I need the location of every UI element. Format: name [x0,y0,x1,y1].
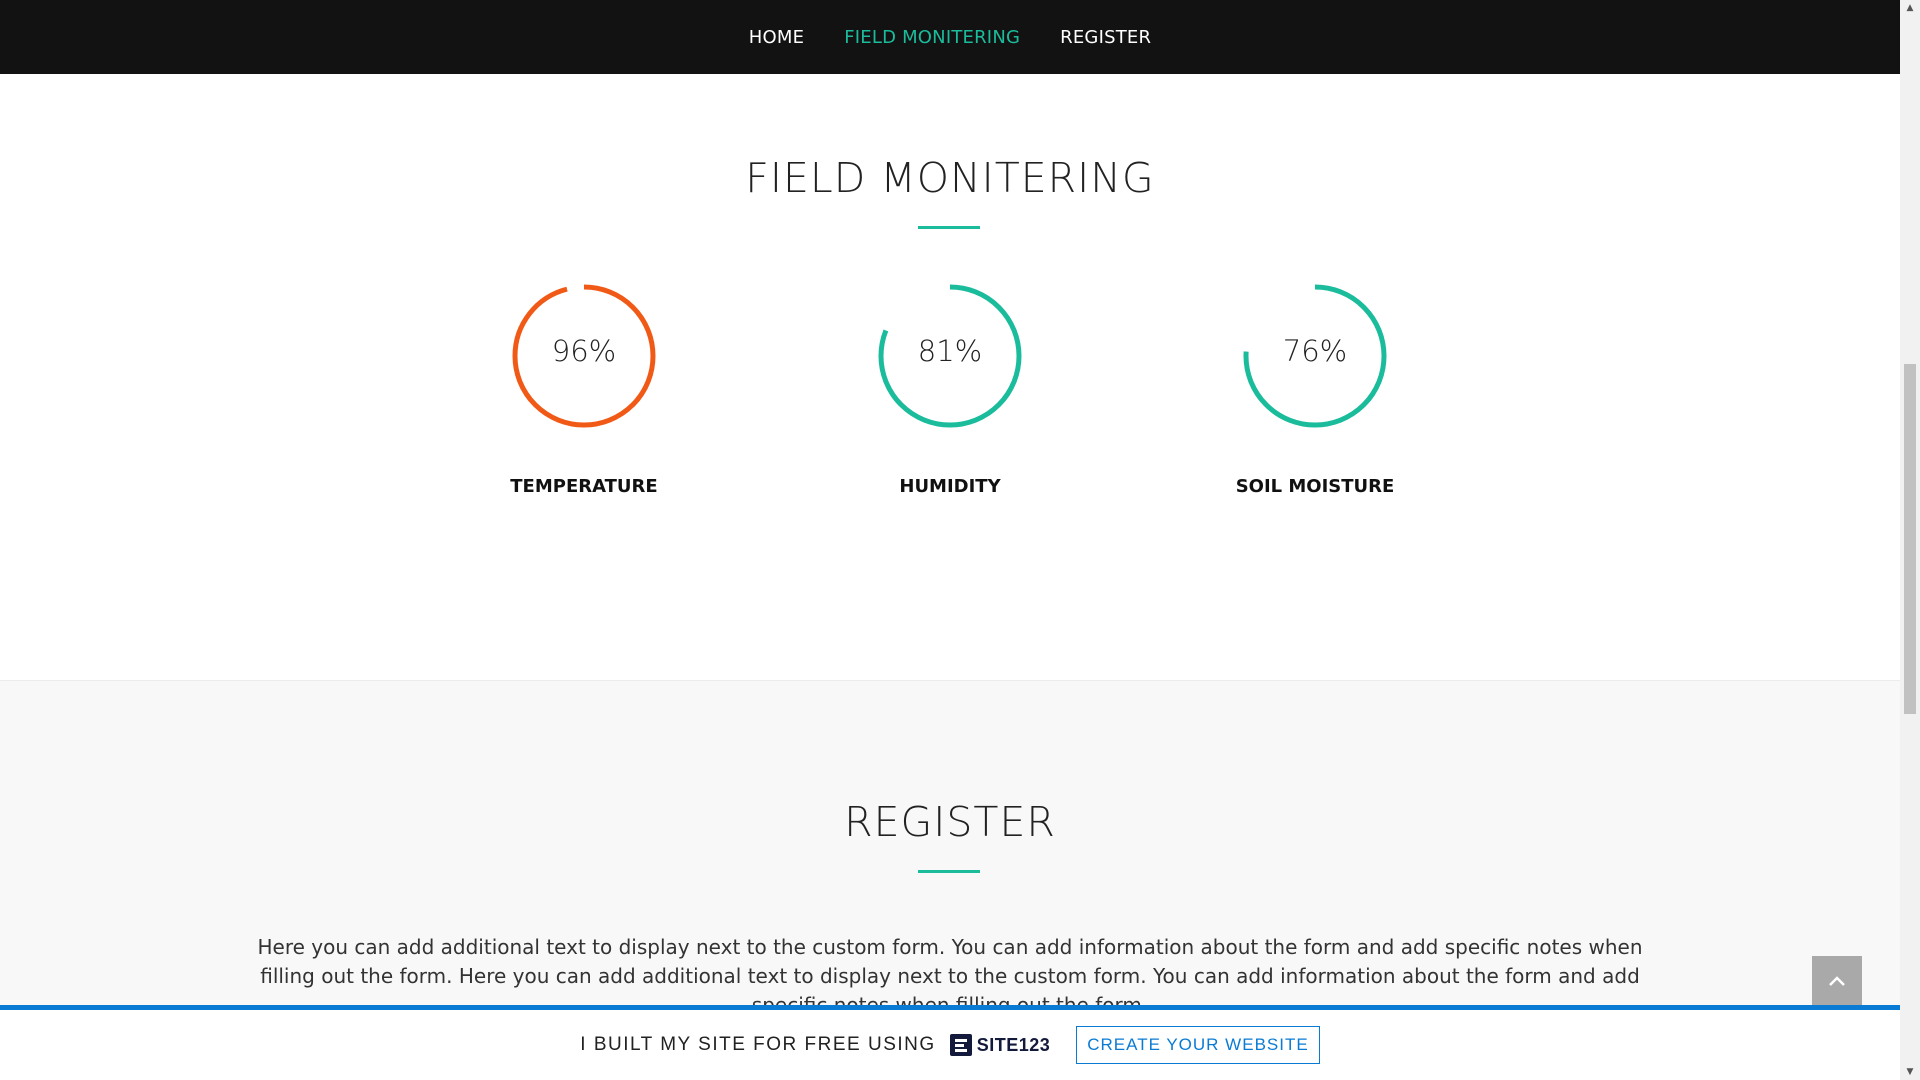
humidity-value: 81% [917,334,983,368]
temperature-gauge: 96% TEMPERATURE [484,284,684,514]
built-with-text: I BUILT MY SITE FOR FREE USING [580,1034,936,1055]
page-scrollbar[interactable]: ▲ ▼ [1900,0,1920,1080]
site123-logo[interactable]: SITE123 [949,1034,1051,1056]
page-content: FIELD MONITERING 96% TEMPERATURE 81% HUM… [0,74,1900,1080]
field-monitoring-section: FIELD MONITERING 96% TEMPERATURE 81% HUM… [0,74,1900,681]
scroll-to-top-button[interactable] [1812,956,1862,1006]
soil-moisture-value: 76% [1282,334,1348,368]
nav-home-link[interactable]: HOME [749,27,804,48]
register-title-underline [918,870,980,873]
field-monitoring-title: FIELD MONITERING [745,154,1155,202]
site123-logo-icon [949,1034,972,1056]
scrollbar-thumb[interactable] [1904,364,1916,714]
create-your-website-button[interactable]: CREATE YOUR WEBSITE [1076,1026,1320,1064]
top-navigation: HOME FIELD MONITERING REGISTER [0,0,1900,74]
humidity-label: HUMIDITY [899,476,1001,497]
soil-moisture-label: SOIL MOISTURE [1235,476,1395,497]
humidity-gauge: 81% HUMIDITY [850,284,1050,514]
site123-banner: I BUILT MY SITE FOR FREE USING SITE123 C… [0,1005,1900,1080]
gauge-row: 96% TEMPERATURE 81% HUMIDITY 76% SOIL MO… [0,284,1900,514]
title-underline [918,226,980,229]
nav-register-link[interactable]: REGISTER [1060,27,1151,48]
soil-moisture-gauge: 76% SOIL MOISTURE [1215,284,1415,514]
scroll-up-arrow-icon[interactable]: ▲ [1900,0,1920,16]
chevron-up-icon [1829,976,1845,986]
nav-field-monitering-link[interactable]: FIELD MONITERING [844,27,1020,48]
register-title: REGISTER [844,798,1056,846]
scroll-down-arrow-icon[interactable]: ▼ [1900,1064,1920,1080]
site123-logo-text: SITE123 [976,1034,1051,1055]
temperature-value: 96% [551,334,617,368]
temperature-label: TEMPERATURE [510,476,658,497]
